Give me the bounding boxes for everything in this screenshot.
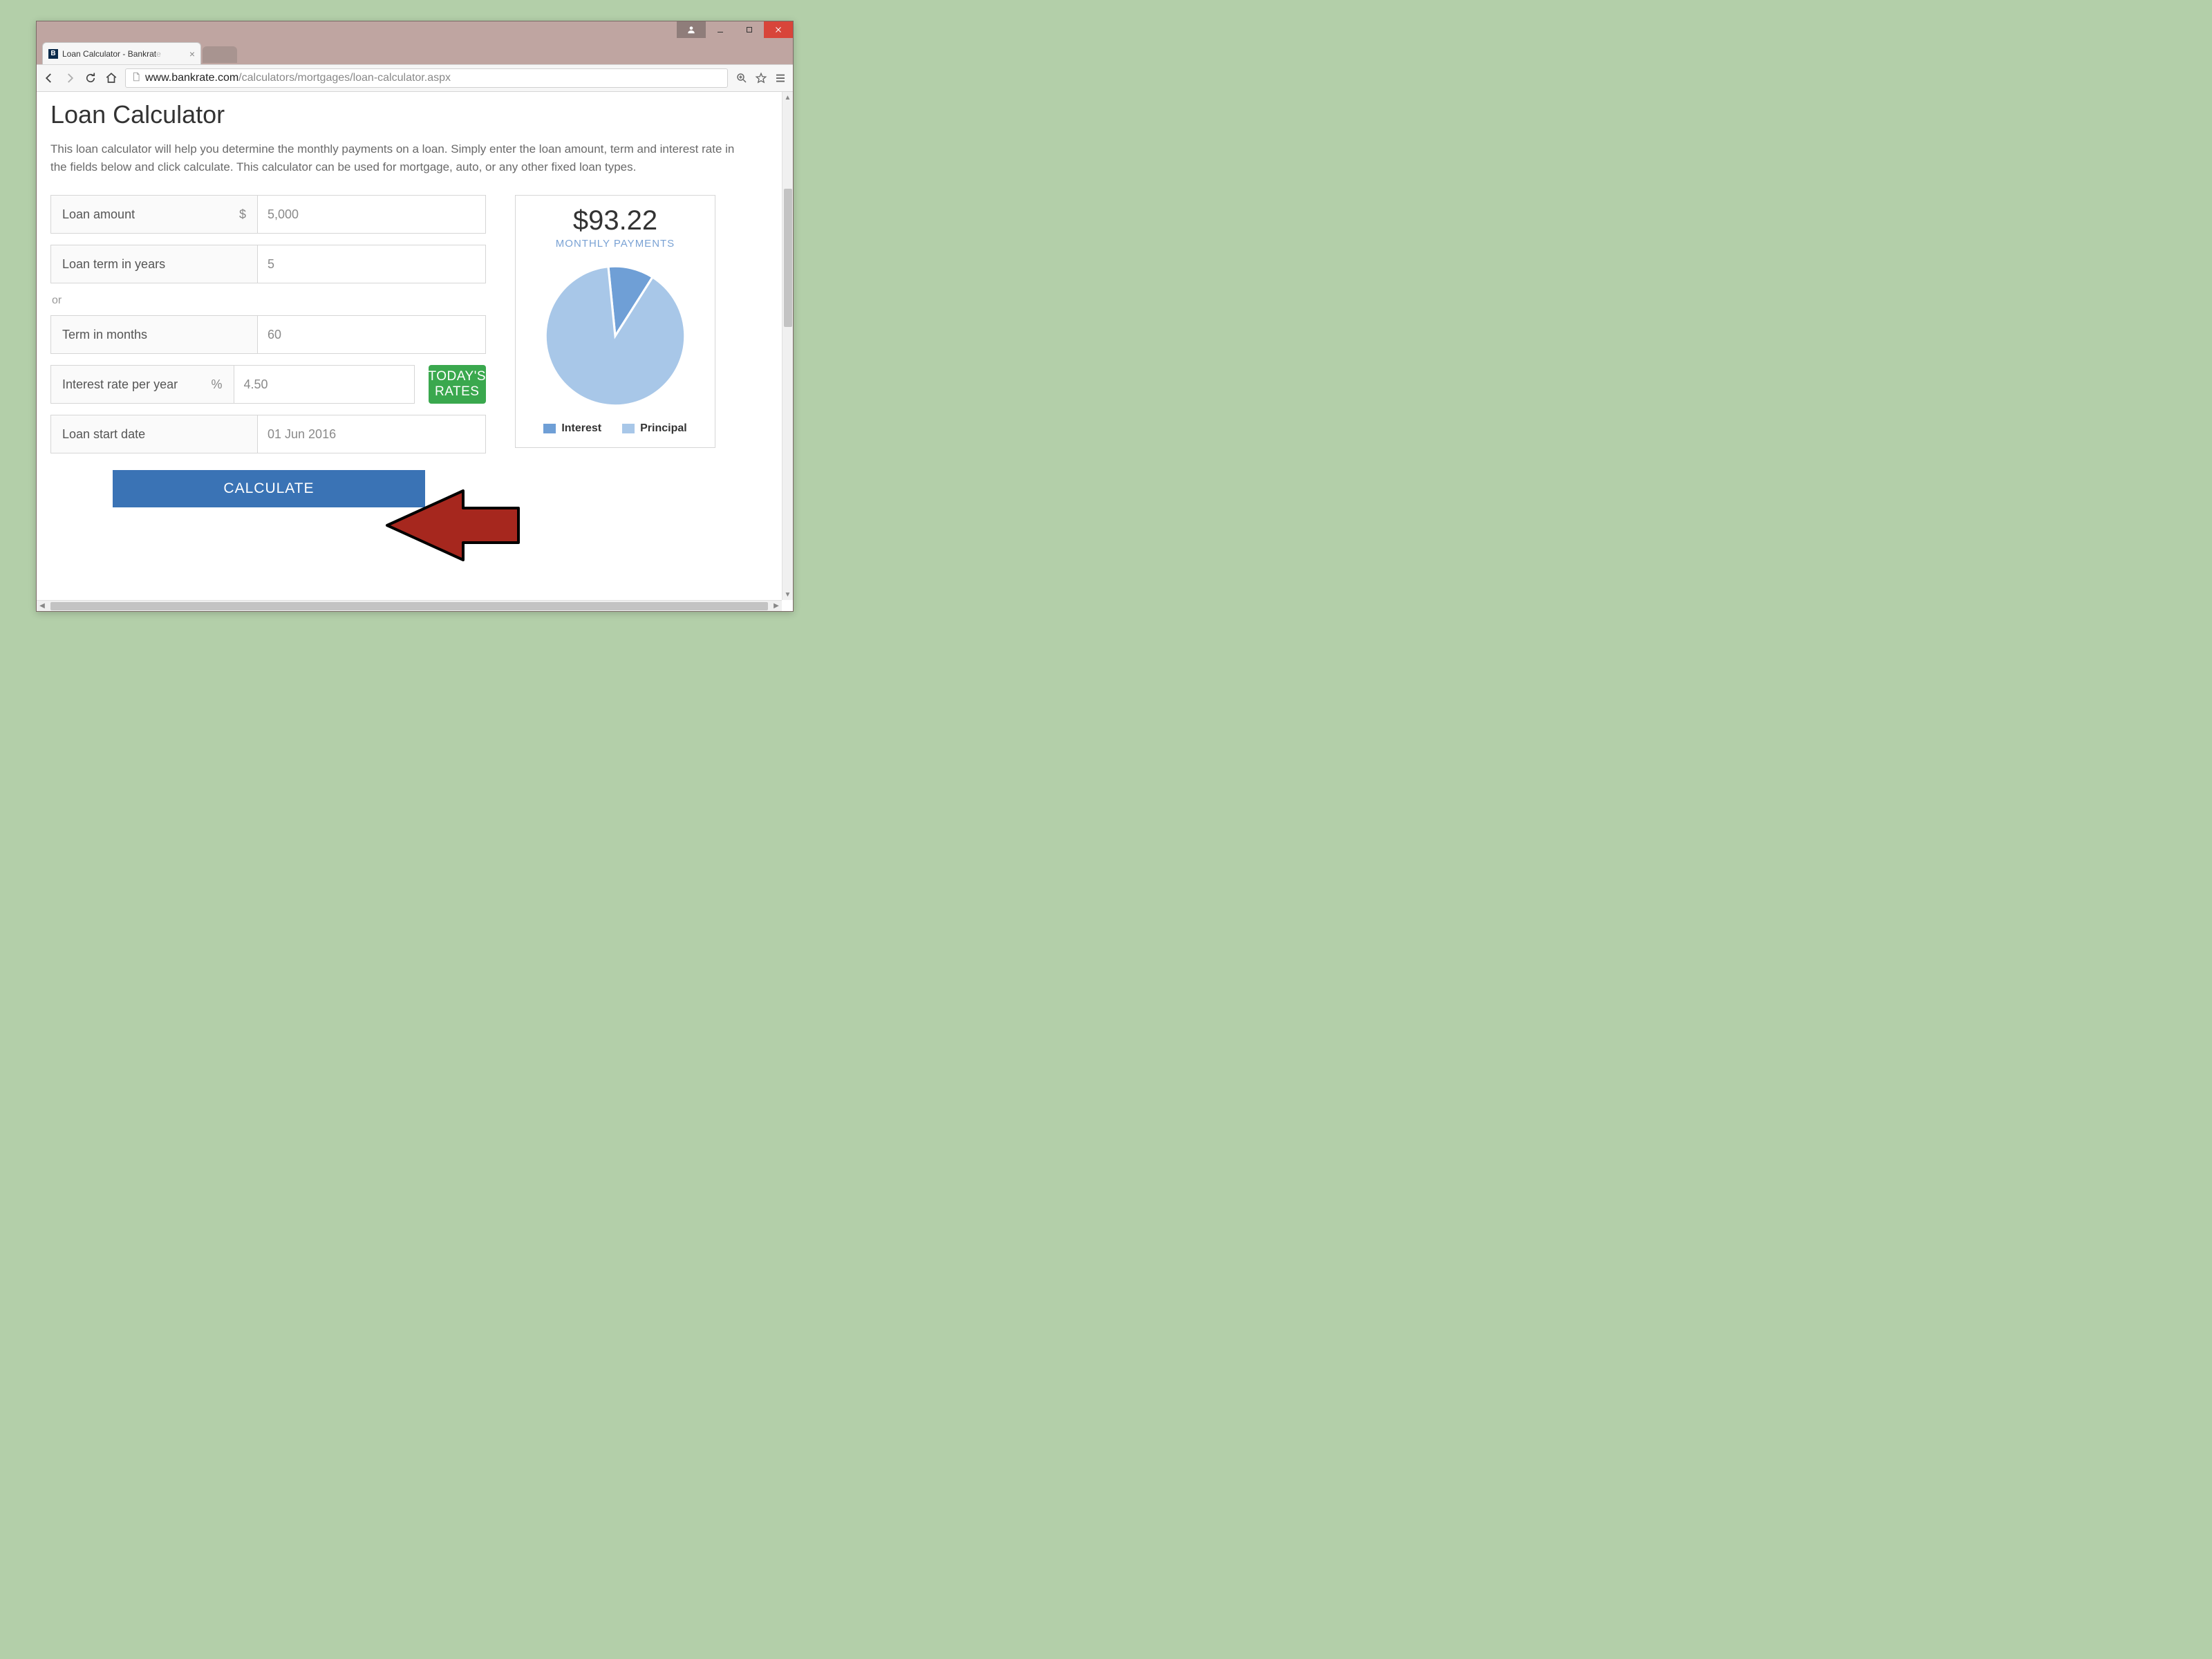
- home-icon[interactable]: [104, 71, 118, 85]
- input-interest-rate[interactable]: [234, 365, 415, 404]
- label-term-years: Loan term in years: [50, 245, 258, 283]
- input-start-date[interactable]: [258, 415, 486, 453]
- window-titlebar: [37, 21, 793, 41]
- intro-text: This loan calculator will help you deter…: [50, 140, 735, 176]
- calculate-button[interactable]: CALCULATE: [113, 470, 425, 507]
- form-column: Loan amount $ Loan term in years or: [50, 195, 486, 507]
- label-loan-amount: Loan amount $: [50, 195, 258, 234]
- interest-swatch: [543, 424, 556, 433]
- label-start-date: Loan start date: [50, 415, 258, 453]
- minimize-button[interactable]: [706, 21, 735, 38]
- tab-title: Loan Calculator - Bankrate: [62, 49, 185, 59]
- label-term-months: Term in months: [50, 315, 258, 354]
- page-icon: [131, 72, 141, 85]
- address-bar: www.bankrate.com/calculators/mortgages/l…: [37, 64, 793, 92]
- row-interest-rate: Interest rate per year % TODAY'S RATES: [50, 365, 486, 404]
- row-term-months: Term in months: [50, 315, 486, 354]
- zoom-icon[interactable]: [735, 71, 749, 85]
- input-term-months[interactable]: [258, 315, 486, 354]
- scroll-thumb[interactable]: [784, 189, 792, 327]
- close-button[interactable]: [764, 21, 793, 38]
- label-interest-rate: Interest rate per year %: [50, 365, 234, 404]
- legend-interest: Interest: [543, 422, 601, 435]
- row-start-date: Loan start date: [50, 415, 486, 453]
- maximize-button[interactable]: [735, 21, 764, 38]
- browser-tab[interactable]: B Loan Calculator - Bankrate ×: [42, 42, 201, 64]
- scroll-down-icon[interactable]: ▼: [782, 589, 793, 600]
- row-loan-amount: Loan amount $: [50, 195, 486, 234]
- principal-swatch: [622, 424, 635, 433]
- monthly-payment-value: $93.22: [524, 205, 706, 236]
- browser-window: B Loan Calculator - Bankrate × www.bankr…: [36, 21, 794, 612]
- row-term-years: Loan term in years: [50, 245, 486, 283]
- todays-rates-button[interactable]: TODAY'S RATES: [429, 365, 487, 404]
- url-text: www.bankrate.com/calculators/mortgages/l…: [145, 72, 451, 84]
- scroll-right-icon[interactable]: ▶: [771, 601, 782, 611]
- horizontal-scrollbar[interactable]: ◀ ▶: [37, 600, 782, 611]
- user-button[interactable]: [677, 21, 706, 38]
- back-icon[interactable]: [42, 71, 56, 85]
- new-tab-button[interactable]: [203, 46, 237, 63]
- monthly-payment-label: MONTHLY PAYMENTS: [524, 238, 706, 250]
- scroll-left-icon[interactable]: ◀: [37, 601, 48, 611]
- result-card: $93.22 MONTHLY PAYMENTS Interest: [515, 195, 715, 448]
- pie-chart: [543, 263, 688, 409]
- page-content: Loan Calculator This loan calculator wil…: [37, 92, 782, 600]
- input-term-years[interactable]: [258, 245, 486, 283]
- viewport: Loan Calculator This loan calculator wil…: [37, 92, 793, 611]
- input-loan-amount[interactable]: [258, 195, 486, 234]
- tabs-row: B Loan Calculator - Bankrate ×: [37, 41, 793, 64]
- or-separator: or: [52, 294, 486, 307]
- result-column: $93.22 MONTHLY PAYMENTS Interest: [515, 195, 715, 507]
- legend: Interest Principal: [524, 422, 706, 435]
- forward-icon[interactable]: [63, 71, 77, 85]
- legend-principal: Principal: [622, 422, 687, 435]
- url-input[interactable]: www.bankrate.com/calculators/mortgages/l…: [125, 68, 728, 88]
- reload-icon[interactable]: [84, 71, 97, 85]
- vertical-scrollbar[interactable]: ▲ ▼: [782, 92, 793, 600]
- scroll-thumb-h[interactable]: [50, 602, 768, 610]
- menu-icon[interactable]: [774, 71, 787, 85]
- star-icon[interactable]: [754, 71, 768, 85]
- scroll-up-icon[interactable]: ▲: [782, 92, 793, 103]
- tab-close-icon[interactable]: ×: [189, 48, 195, 59]
- window-controls: [677, 21, 793, 38]
- page-heading: Loan Calculator: [50, 100, 768, 129]
- favicon-icon: B: [48, 49, 58, 59]
